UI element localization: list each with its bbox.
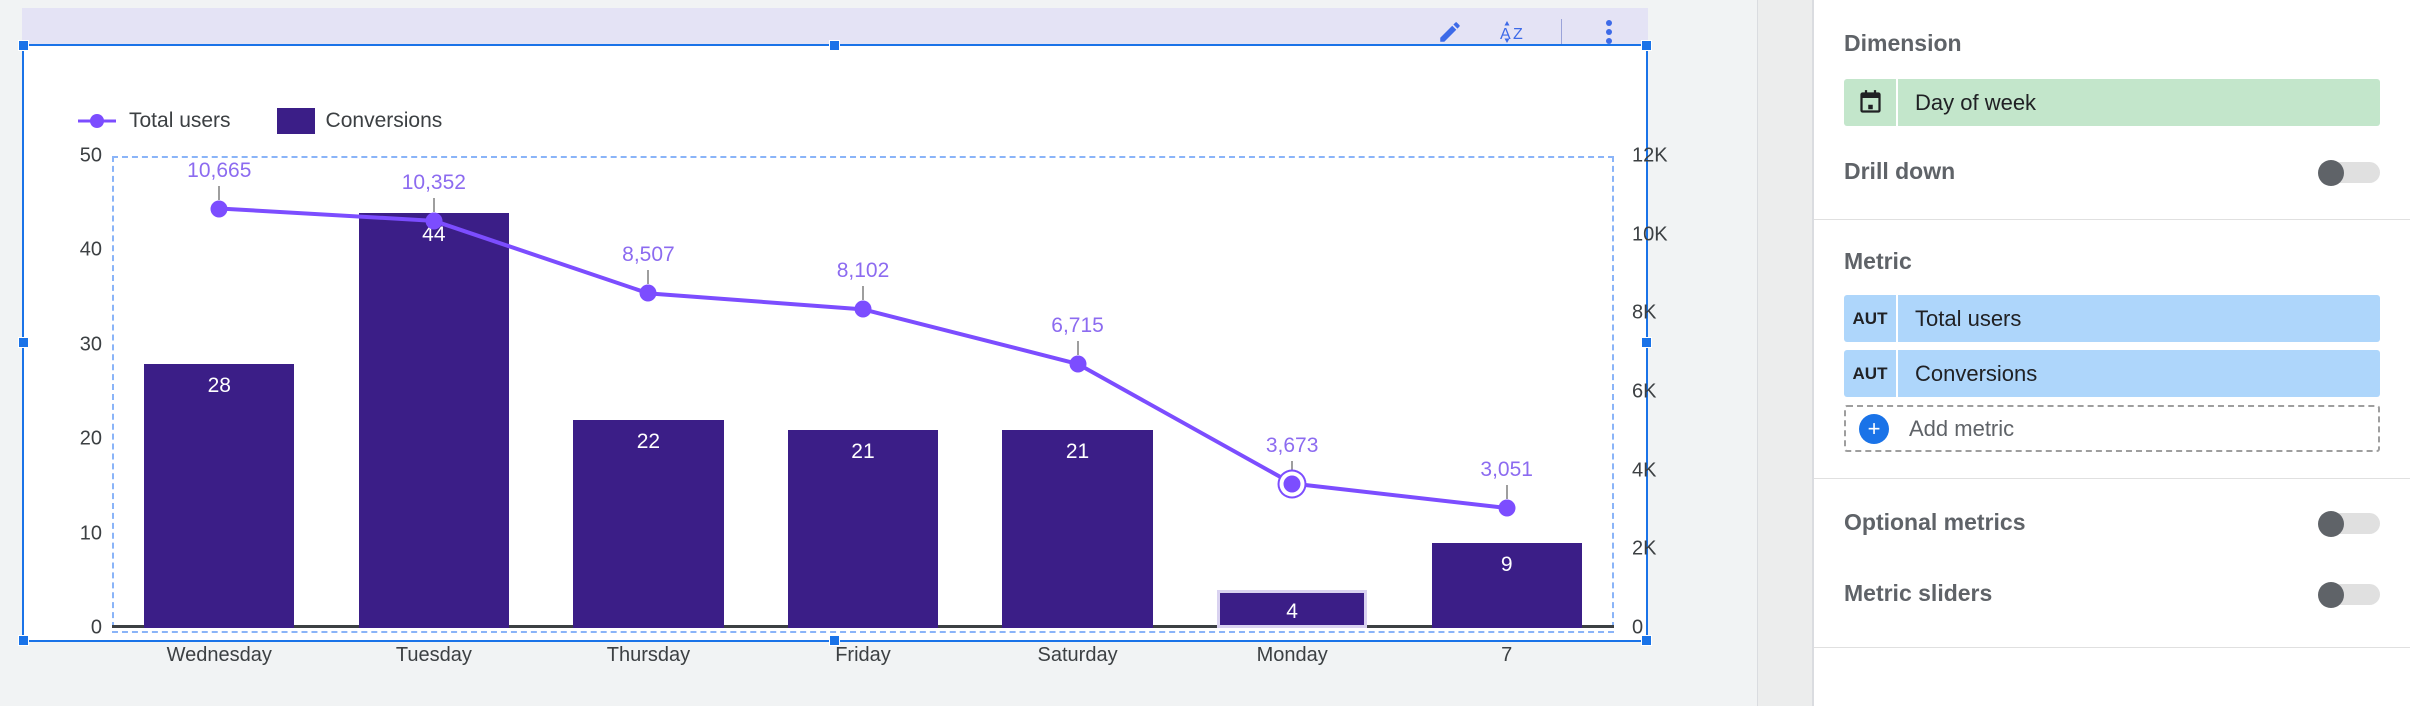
point-value-label: 6,715	[1051, 313, 1104, 337]
resize-handle-top-right[interactable]	[1641, 40, 1652, 51]
line-point[interactable]	[1283, 475, 1301, 493]
right-axis-tick: 4K	[1632, 459, 1657, 482]
left-axis-tick: 40	[79, 238, 102, 261]
add-metric-label: Add metric	[1909, 415, 2015, 441]
point-label-stem	[218, 185, 221, 200]
right-axis-tick: 12K	[1632, 144, 1668, 167]
point-value-label: 8,507	[622, 243, 675, 267]
toolbar-divider	[1561, 19, 1562, 45]
properties-panel[interactable]: Dimension Day of week Drill down Metric …	[1813, 0, 2410, 706]
x-axis-label: 7	[1501, 644, 1513, 666]
metric-chip[interactable]: AUT Conversions	[1844, 350, 2380, 397]
x-axis-label: Wednesday	[166, 644, 272, 666]
right-axis-tick: 6K	[1632, 380, 1657, 403]
line-point[interactable]	[425, 212, 443, 230]
legend-label: Total users	[129, 109, 231, 132]
legend-swatch	[276, 108, 315, 134]
optional-metrics-toggle[interactable]	[2318, 510, 2380, 537]
toggle-knob	[2318, 159, 2344, 186]
line-marker-icon	[78, 114, 116, 128]
metric-sliders-row[interactable]: Metric sliders	[1844, 580, 2380, 608]
left-axis-tick: 20	[79, 427, 102, 450]
svg-text:Z: Z	[1513, 26, 1523, 43]
resize-handle-top-left[interactable]	[18, 40, 29, 51]
legend-item-total-users[interactable]: Total users	[76, 109, 231, 133]
metric-chip[interactable]: AUT Total users	[1844, 295, 2380, 342]
x-axis-label: Saturday	[1037, 644, 1118, 666]
point-value-label: 10,665	[187, 158, 252, 182]
metric-chip-label: Conversions	[1915, 360, 2038, 386]
chart-legend: Total users Conversions	[76, 108, 442, 134]
legend-label: Conversions	[325, 109, 443, 132]
metric-aggregation-badge[interactable]: AUT	[1844, 295, 1896, 342]
calendar-icon	[1844, 79, 1896, 126]
x-axis-label: Thursday	[606, 644, 691, 666]
metric-aggregation-badge[interactable]: AUT	[1844, 350, 1896, 397]
point-value-label: 3,673	[1265, 433, 1319, 457]
right-axis-tick: 10K	[1632, 223, 1668, 246]
point-label-stem	[1076, 340, 1079, 355]
point-label-stem	[432, 197, 435, 212]
metric-sliders-label: Metric sliders	[1844, 580, 1993, 606]
metric-chip-label: Total users	[1915, 305, 2022, 331]
point-value-label: 10,352	[401, 170, 466, 194]
metric-list[interactable]: AUT Total users AUT Conversions	[1844, 295, 2380, 397]
optional-metrics-label: Optional metrics	[1844, 509, 2026, 535]
legend-item-conversions[interactable]: Conversions	[276, 108, 443, 134]
toggle-knob	[2318, 510, 2344, 537]
line-point[interactable]	[1069, 355, 1087, 373]
left-axis-tick: 10	[79, 522, 102, 545]
right-axis-tick: 8K	[1632, 301, 1657, 324]
dimension-section-title: Dimension	[1844, 30, 1962, 56]
svg-text:A: A	[1500, 26, 1511, 43]
x-axis-dashed-line	[112, 631, 1614, 633]
left-axis-tick: 50	[79, 144, 102, 167]
line-path	[219, 206, 1507, 510]
left-axis-tick: 30	[79, 333, 102, 356]
point-label-stem	[1291, 460, 1294, 475]
left-axis-tick: 0	[90, 616, 102, 639]
point-value-label: 3,051	[1480, 457, 1533, 481]
options-section: Optional metrics Metric sliders	[1814, 479, 2410, 648]
drill-down-row[interactable]: Drill down	[1844, 158, 2380, 186]
x-axis-label: Tuesday	[395, 644, 472, 666]
dimension-section: Dimension Day of week Drill down	[1814, 0, 2410, 220]
screen: A Z Total users Conversions 0 10 20 30 4…	[0, 0, 2410, 706]
optional-metrics-row[interactable]: Optional metrics	[1844, 509, 2380, 537]
x-axis-label: Friday	[835, 644, 891, 666]
toggle-knob	[2318, 581, 2344, 608]
add-metric-button[interactable]: + Add metric	[1844, 405, 2380, 452]
plot-area[interactable]: 0 10 20 30 40 50 0 2K 4K 6K 8K 10K 12K 28 44 22 21 21 4 9…	[80, 145, 1668, 667]
point-value-label: 8,102	[836, 259, 890, 283]
line-point[interactable]	[1498, 499, 1516, 517]
metric-section: Metric AUT Total users AUT Conversions + Ad…	[1814, 220, 2410, 479]
dimension-chip[interactable]: Day of week	[1844, 79, 2380, 126]
metric-section-title: Metric	[1844, 248, 1912, 274]
resize-handle-middle-right[interactable]	[1641, 337, 1652, 348]
resize-handle-top-center[interactable]	[829, 40, 840, 51]
point-label-stem	[862, 286, 864, 301]
dimension-chip-label: Day of week	[1915, 89, 2037, 115]
x-axis-label: Monday	[1256, 644, 1328, 666]
line-point[interactable]	[639, 284, 657, 302]
resize-handle-middle-left[interactable]	[18, 337, 29, 348]
right-axis-tick: 0	[1632, 616, 1644, 639]
line-point[interactable]	[210, 200, 228, 217]
resize-handle-bottom-left[interactable]	[18, 635, 29, 646]
right-axis-tick: 2K	[1632, 537, 1657, 560]
chart-widget[interactable]: Total users Conversions 0 10 20 30 40 50 0 2K 4…	[18, 40, 1668, 667]
canvas-gutter	[1757, 0, 1813, 706]
point-label-stem	[1505, 484, 1508, 499]
plus-icon: +	[1859, 413, 1889, 444]
drill-down-toggle[interactable]	[2318, 159, 2380, 186]
drill-down-label: Drill down	[1844, 158, 1956, 184]
line-point[interactable]	[854, 300, 872, 318]
report-canvas[interactable]: A Z Total users Conversions 0 10 20 30 4…	[0, 0, 1757, 706]
metric-sliders-toggle[interactable]	[2318, 581, 2380, 608]
point-label-stem	[647, 270, 650, 285]
